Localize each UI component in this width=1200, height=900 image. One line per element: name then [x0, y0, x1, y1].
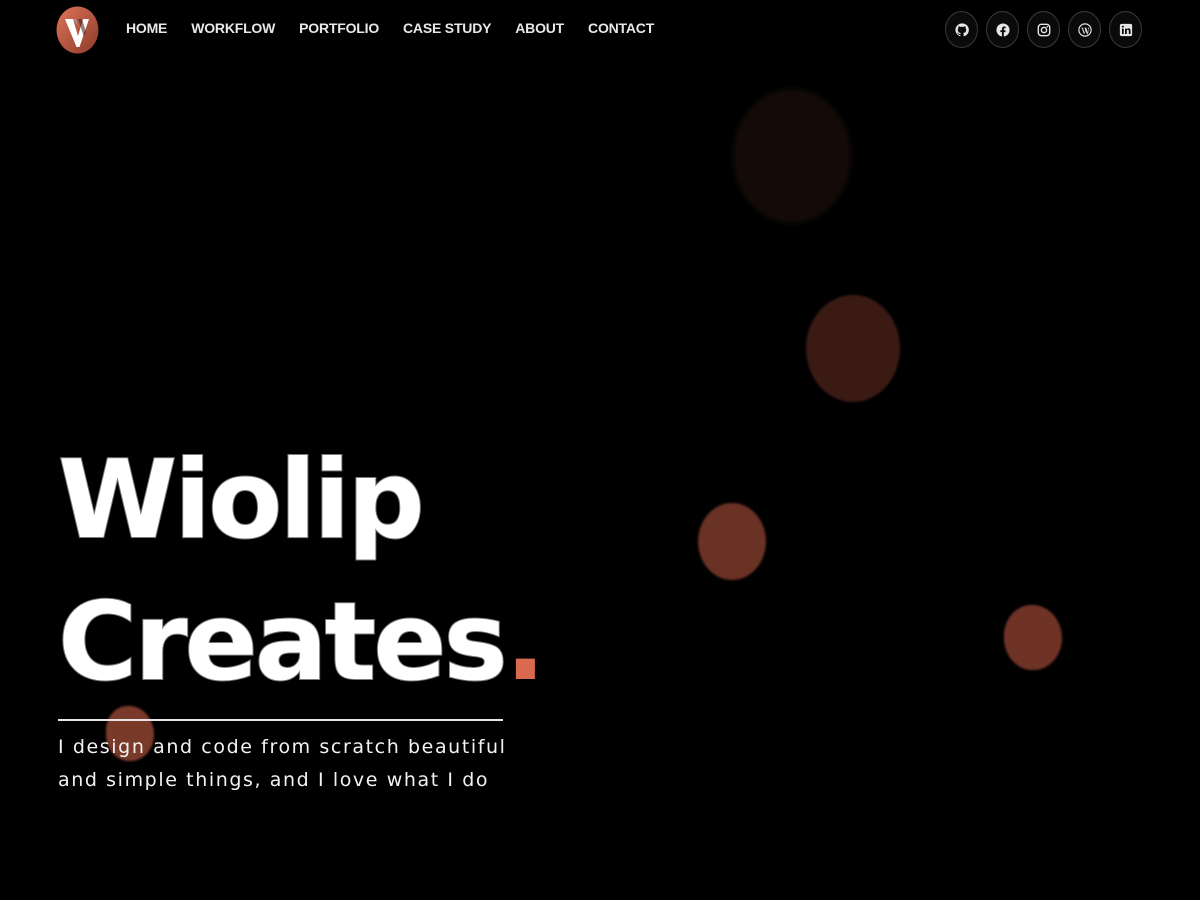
linkedin-link[interactable] — [1109, 11, 1142, 48]
nav-workflow[interactable]: WORKFLOW — [191, 18, 275, 38]
instagram-link[interactable] — [1027, 11, 1060, 48]
nav-about[interactable]: ABOUT — [515, 18, 564, 38]
wordpress-link[interactable] — [1068, 11, 1101, 48]
wordpress-icon — [1077, 22, 1092, 37]
hero-title: Wiolip Creates. — [57, 430, 546, 714]
github-link[interactable] — [945, 11, 978, 48]
logo-icon — [56, 6, 99, 54]
nav-contact[interactable]: CONTACT — [588, 18, 654, 38]
social-links — [945, 11, 1142, 48]
nav-case-study[interactable]: CASE STUDY — [403, 18, 491, 38]
nav-home[interactable]: HOME — [126, 18, 167, 38]
page: HOME WORKFLOW PORTFOLIO CASE STUDY ABOUT… — [0, 0, 1200, 900]
decorative-blob — [806, 295, 900, 402]
decorative-blob — [698, 503, 766, 580]
nav-portfolio[interactable]: PORTFOLIO — [299, 18, 379, 38]
hero-title-line-1: Wiolip — [57, 437, 426, 564]
logo[interactable] — [56, 6, 99, 54]
hero-divider — [58, 719, 503, 721]
instagram-icon — [1037, 23, 1050, 36]
hero-tagline: I design and code from scratch beautiful… — [58, 736, 507, 791]
decorative-blob — [1004, 605, 1062, 670]
decorative-blob — [733, 89, 851, 223]
linkedin-icon — [1119, 23, 1132, 36]
hero-title-line-2: Creates. — [57, 572, 546, 714]
facebook-link[interactable] — [986, 11, 1019, 48]
main-nav: HOME WORKFLOW PORTFOLIO CASE STUDY ABOUT… — [126, 18, 678, 38]
github-icon — [954, 22, 969, 36]
accent-dot: . — [504, 580, 546, 705]
facebook-icon — [995, 22, 1010, 37]
hero-title-word: Creates — [57, 579, 509, 706]
